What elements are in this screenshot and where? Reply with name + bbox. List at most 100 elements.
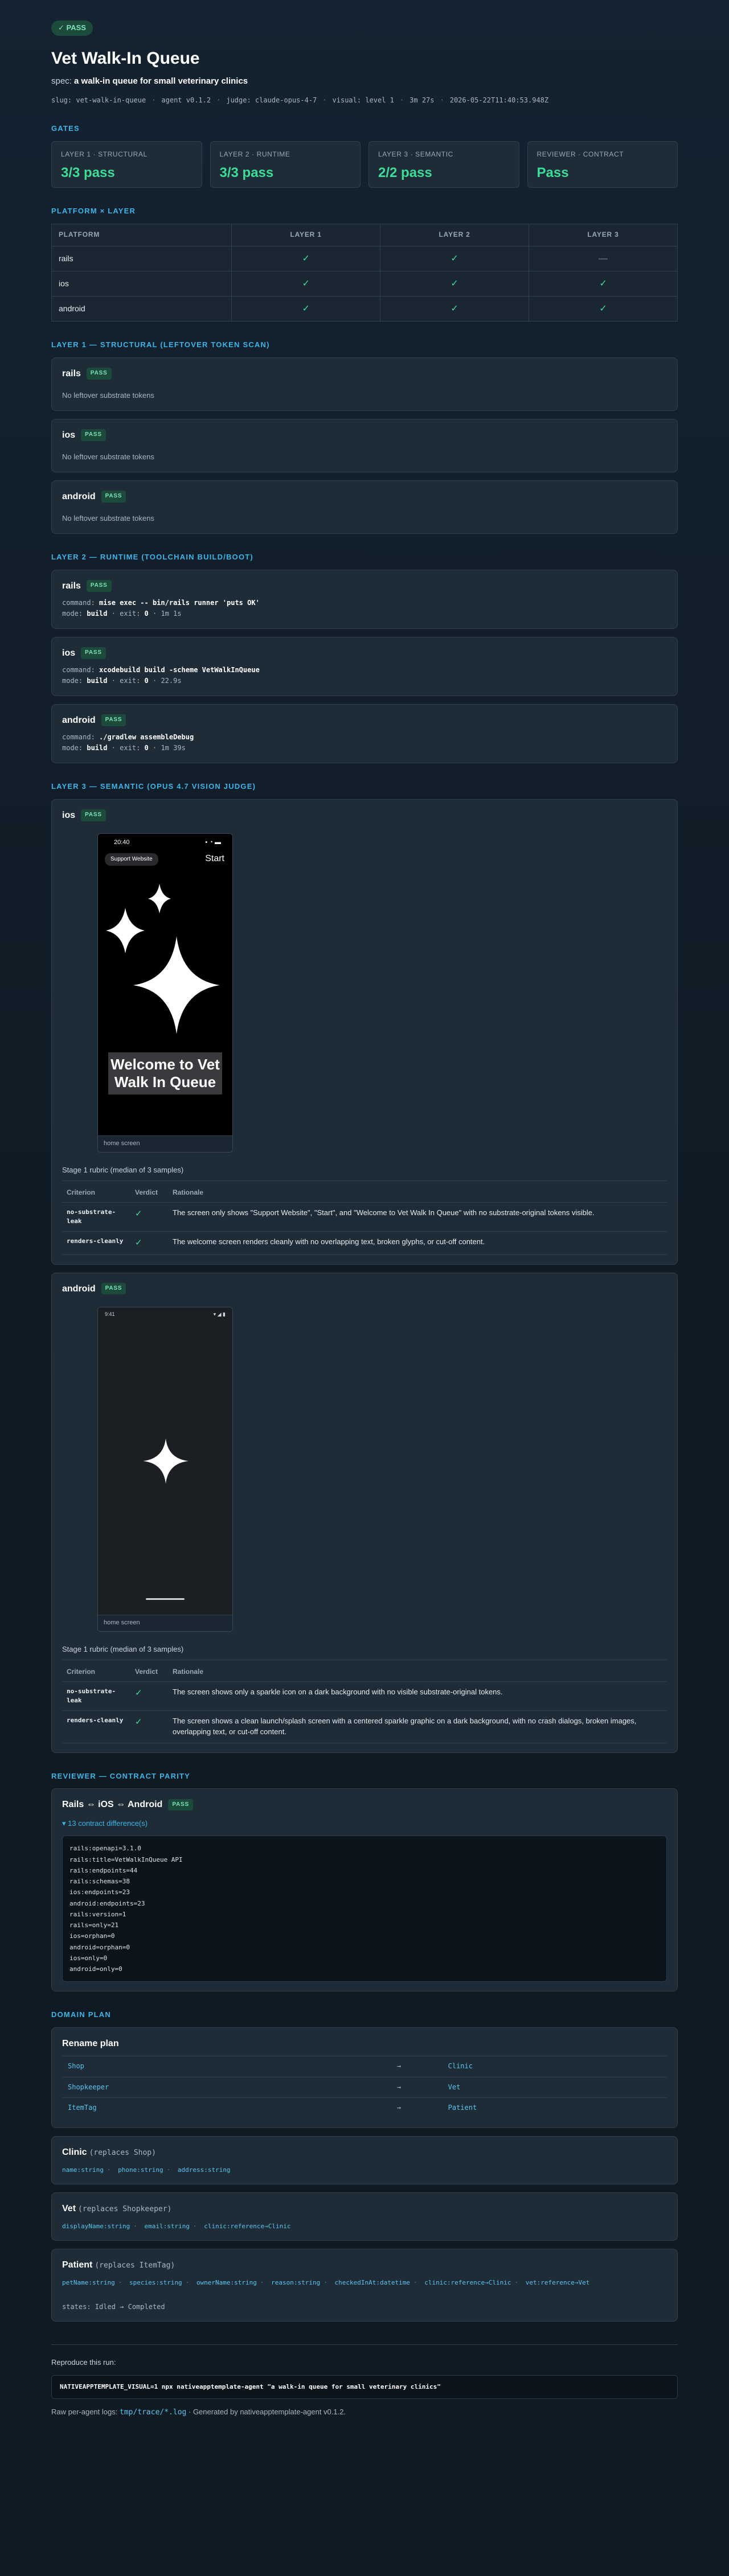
layer2-card-rails: rails PASS command: mise exec -- bin/rail… xyxy=(51,569,678,629)
footer-line: Raw per-agent logs: tmp/trace/*.log · Ge… xyxy=(51,2407,678,2418)
repro-label: Reproduce this run: xyxy=(51,2358,116,2367)
diff-line: android=orphan=0 xyxy=(69,1943,130,1951)
gate-value: 3/3 pass xyxy=(219,164,274,180)
section-layer3: LAYER 3 — SEMANTIC (OPUS 4.7 VISION JUDG… xyxy=(51,781,256,791)
footer: Reproduce this run: NATIVEAPPTEMPLATE_VI… xyxy=(51,2344,678,2418)
column-header: LAYER 3 xyxy=(529,224,678,246)
pass-pill: PASS xyxy=(101,1282,126,1295)
check-icon: ✓ xyxy=(231,296,380,322)
table-row: renders-cleanly ✓ The screen shows a cle… xyxy=(62,1710,667,1743)
generated-by: · Generated by nativeapptemplate-agent v… xyxy=(189,2408,346,2417)
field: clinic:reference→Clinic xyxy=(424,2279,511,2287)
column-header: LAYER 1 xyxy=(231,224,380,246)
table-row: ios ✓ ✓ ✓ xyxy=(51,271,678,297)
field: displayName:string xyxy=(62,2222,130,2230)
contract-differences-toggle[interactable]: ▾ 13 contract difference(s) xyxy=(62,1818,667,1829)
spec-label: spec: xyxy=(51,76,72,87)
table-row: no-substrate-leak ✓ The screen only show… xyxy=(62,1202,667,1232)
field: address:string xyxy=(177,2166,231,2174)
gate-card: LAYER 3 · SEMANTIC 2/2 pass xyxy=(368,141,519,188)
platform-name: rails xyxy=(62,368,81,378)
criterion: renders-cleanly xyxy=(62,1710,130,1743)
meta-timestamp: 2026-05-22T11:40:53.948Z xyxy=(440,96,548,105)
arrow-icon: → xyxy=(355,2097,443,2118)
support-website-button: Support Website xyxy=(105,853,158,866)
layer3-card-ios: ios PASS 20:40 ▪ ◔ ▬ Support Website Star… xyxy=(51,799,678,1265)
field: species:string xyxy=(129,2279,182,2287)
platform-name: android xyxy=(62,492,96,502)
ios-screen: 20:40 ▪ ◔ ▬ Support Website Start Welcom… xyxy=(98,833,232,1135)
mode-value: build xyxy=(87,610,108,618)
spec-text: a walk-in queue for small veterinary cli… xyxy=(74,76,248,87)
duration-value: 1m 1s xyxy=(161,610,182,618)
diff-line: rails:version=1 xyxy=(69,1910,126,1918)
battery-icon: ▪ ◔ ▬ xyxy=(205,838,221,846)
android-screenshot: 9:41 ▾ ◢ ▮ home screen xyxy=(97,1306,233,1632)
pass-pill: PASS xyxy=(101,491,126,503)
diff-line: rails:openapi=3.1.0 xyxy=(69,1845,141,1853)
rationale: The welcome screen renders cleanly with … xyxy=(168,1231,667,1255)
gate-value: Pass xyxy=(536,164,569,180)
column-header: Verdict xyxy=(130,1662,168,1682)
diff-line: rails=only=21 xyxy=(69,1921,119,1929)
platform-name: ios xyxy=(62,810,76,820)
field: petName:string xyxy=(62,2279,115,2287)
entity-replaces: (replaces Shopkeeper) xyxy=(78,2204,172,2213)
page-title: Vet Walk-In Queue xyxy=(51,48,200,68)
column-header: Criterion xyxy=(62,1183,130,1203)
pass-pill: PASS xyxy=(81,809,106,821)
section-layer1: LAYER 1 — STRUCTURAL (LEFTOVER TOKEN SCA… xyxy=(51,340,270,349)
rename-to: Clinic xyxy=(442,2056,667,2077)
rubric-title: Stage 1 rubric (median of 3 samples) xyxy=(62,1165,667,1181)
check-icon: ✓ xyxy=(231,246,380,271)
meta-agent: agent v0.1.2 xyxy=(151,96,211,105)
platform-cell: rails xyxy=(51,246,232,271)
exit-value: 0 xyxy=(144,677,149,685)
ios-status-bar: 20:40 ▪ ◔ ▬ xyxy=(114,838,221,847)
rename-plan-title: Rename plan xyxy=(62,2039,119,2049)
table-row: Shopkeeper → Vet xyxy=(62,2076,667,2098)
field: clinic:reference→Clinic xyxy=(204,2222,291,2230)
rubric-table: Criterion Verdict Rationale no-substrate-l… xyxy=(62,1183,667,1255)
check-icon: ✓ xyxy=(130,1202,168,1232)
rationale: The screen shows only a sparkle icon on … xyxy=(168,1681,667,1711)
layer3-card-android: android PASS 9:41 ▾ ◢ ▮ home screen Stage… xyxy=(51,1272,678,1753)
exit-label: exit: xyxy=(120,744,141,752)
field: reason:string xyxy=(271,2279,321,2287)
diff-line: ios=only=0 xyxy=(69,1954,108,1962)
rubric-table: Criterion Verdict Rationale no-substrate-l… xyxy=(62,1662,667,1743)
meta-slug: slug: vet-walk-in-queue xyxy=(51,96,146,105)
section-gates: GATES xyxy=(51,124,80,133)
table-row: Shop → Clinic xyxy=(62,2056,667,2077)
start-button: Start xyxy=(205,853,224,863)
command-line: command: mise exec -- bin/rails runner '… xyxy=(62,598,667,608)
table-row: rails ✓ ✓ — xyxy=(51,246,678,271)
reviewer-card: Rails ⇔ iOS ⇔ Android PASS ▾ 13 contract … xyxy=(51,1788,678,1992)
column-header: Rationale xyxy=(168,1183,667,1203)
table-header-row: PLATFORM LAYER 1 LAYER 2 LAYER 3 xyxy=(51,224,678,246)
diff-line: ios:endpoints=23 xyxy=(69,1888,130,1896)
platform-name: rails xyxy=(62,581,81,591)
layer1-card-android: android PASS No leftover substrate tokens xyxy=(51,480,678,534)
gate-value: 3/3 pass xyxy=(61,164,115,180)
screen-label: home screen xyxy=(98,1135,232,1152)
check-icon: ✓ xyxy=(529,296,678,322)
gate-card: REVIEWER · CONTRACT Pass xyxy=(527,141,678,188)
field: ownerName:string xyxy=(196,2279,257,2287)
platform-name: android xyxy=(62,715,96,725)
command-line: command: xcodebuild build -scheme VetWal… xyxy=(62,665,667,675)
layer1-card-ios: ios PASS No leftover substrate tokens xyxy=(51,419,678,473)
battery-icon: ▾ ◢ ▮ xyxy=(213,1311,226,1317)
criterion: renders-cleanly xyxy=(62,1231,130,1255)
raw-logs-link[interactable]: tmp/trace/*.log xyxy=(120,2408,186,2417)
check-icon: ✓ xyxy=(130,1231,168,1255)
section-layer2: LAYER 2 — RUNTIME (TOOLCHAIN BUILD/BOOT) xyxy=(51,553,253,562)
meta-duration: 3m 27s xyxy=(400,96,434,105)
android-screen: 9:41 ▾ ◢ ▮ xyxy=(98,1307,232,1615)
entity-card-patient: Patient (replaces ItemTag) petName:string… xyxy=(51,2248,678,2322)
gate-label: REVIEWER · CONTRACT xyxy=(536,150,624,159)
meta-visual: visual: level 1 xyxy=(322,96,394,105)
scan-note: No leftover substrate tokens xyxy=(62,452,154,462)
repro-command[interactable]: NATIVEAPPTEMPLATE_VISUAL=1 npx nativeapp… xyxy=(51,2375,678,2400)
criterion: no-substrate-leak xyxy=(62,1202,130,1232)
